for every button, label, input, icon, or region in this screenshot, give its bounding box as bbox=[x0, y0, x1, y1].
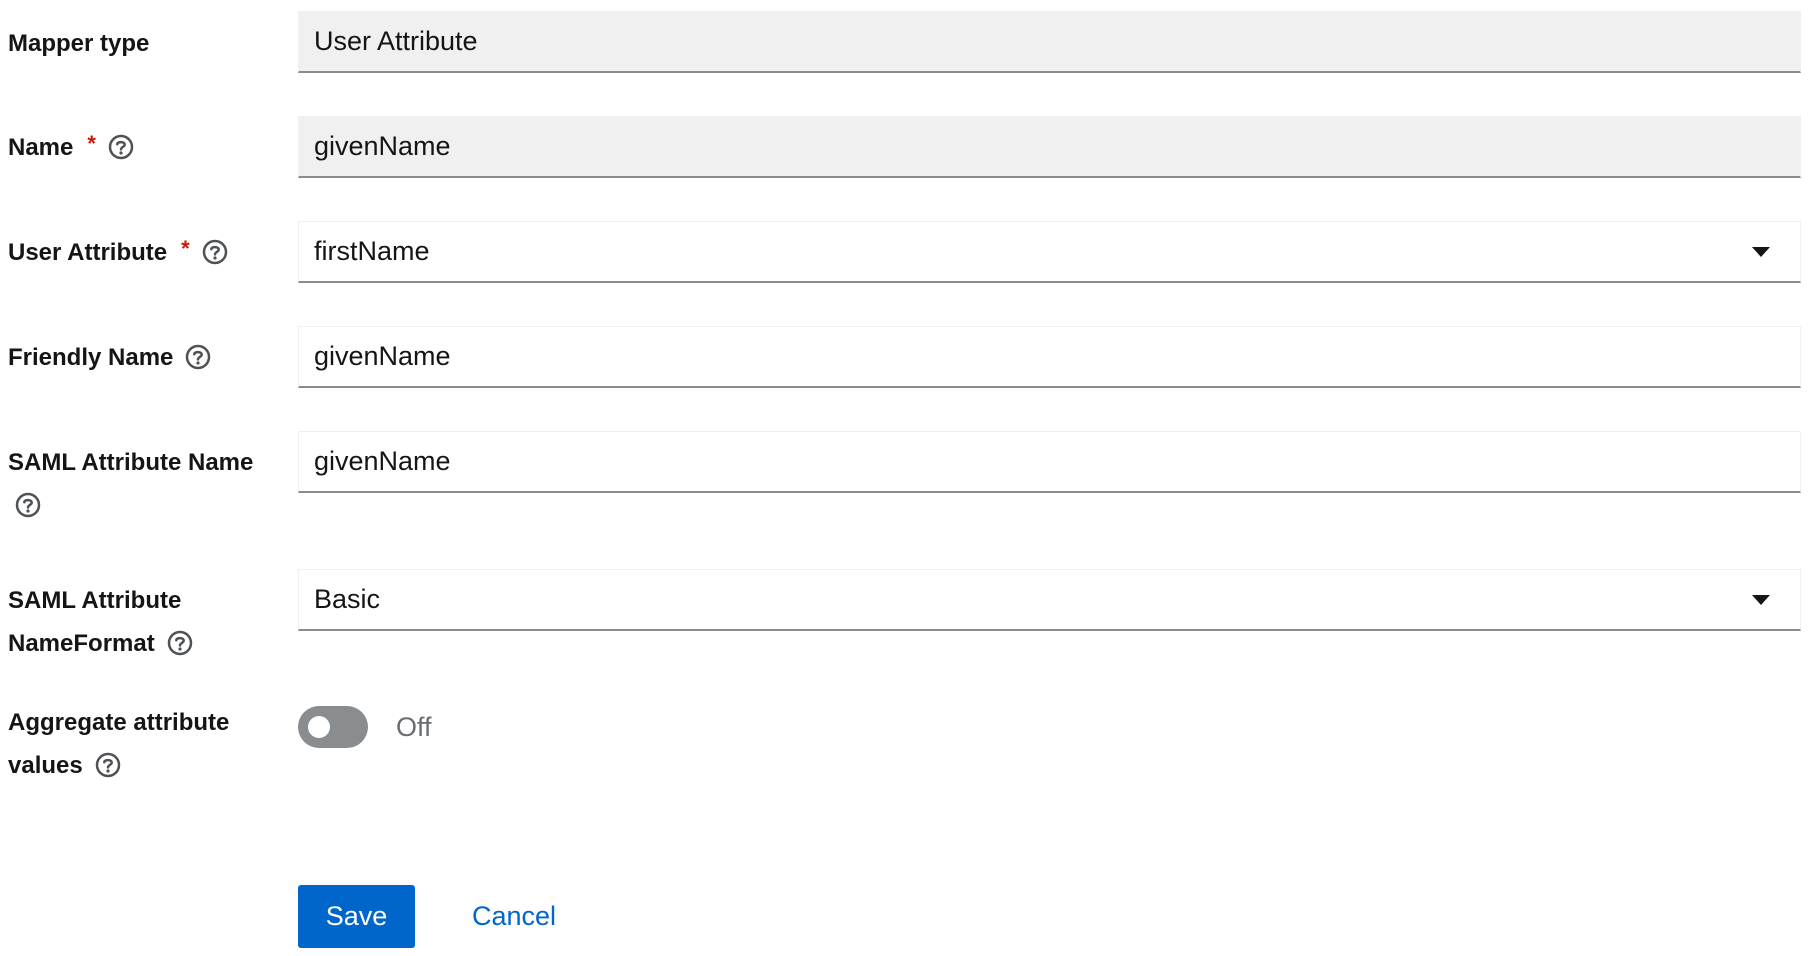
saml-attribute-nameformat-select[interactable]: Basic bbox=[298, 569, 1801, 631]
mapper-form: Mapper type User Attribute Name * givenNa… bbox=[0, 0, 1809, 956]
toggle-state-label: Off bbox=[396, 712, 432, 742]
help-circle-icon[interactable] bbox=[202, 239, 228, 265]
saml-attribute-name-input[interactable]: givenName bbox=[298, 431, 1801, 493]
help-circle-icon[interactable] bbox=[95, 752, 121, 778]
required-marker: * bbox=[87, 131, 96, 156]
help-circle-icon[interactable] bbox=[167, 630, 193, 656]
mapper-type-label: Mapper type bbox=[8, 30, 150, 57]
save-button[interactable]: Save bbox=[298, 885, 415, 948]
mapper-type-field: User Attribute bbox=[298, 11, 1801, 73]
saml-attribute-name-label: SAML Attribute Name bbox=[8, 441, 278, 527]
friendly-name-label: Friendly Name bbox=[8, 336, 278, 379]
aggregate-attribute-values-toggle[interactable] bbox=[298, 706, 368, 748]
friendly-name-input[interactable]: givenName bbox=[298, 326, 1801, 388]
cancel-button[interactable]: Cancel bbox=[452, 885, 576, 948]
user-attribute-select[interactable]: firstName bbox=[298, 221, 1801, 283]
toggle-knob bbox=[308, 716, 330, 738]
required-marker: * bbox=[181, 236, 190, 261]
caret-down-icon bbox=[1752, 246, 1770, 257]
user-attribute-label: User Attribute * bbox=[8, 231, 278, 274]
caret-down-icon bbox=[1752, 594, 1770, 605]
name-label: Name * bbox=[8, 126, 278, 169]
name-field: givenName bbox=[298, 116, 1801, 178]
help-circle-icon[interactable] bbox=[15, 492, 41, 518]
help-circle-icon[interactable] bbox=[108, 134, 134, 160]
aggregate-attribute-values-label: Aggregate attribute values bbox=[8, 709, 230, 779]
help-circle-icon[interactable] bbox=[185, 344, 211, 370]
saml-attribute-nameformat-label: SAML Attribute NameFormat bbox=[8, 579, 278, 665]
